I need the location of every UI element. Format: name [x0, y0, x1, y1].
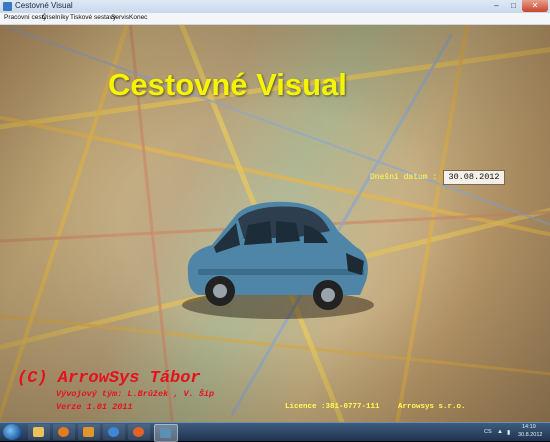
- menu-pracovni-cesty[interactable]: Pracovní cesty: [4, 14, 47, 21]
- window-titlebar: Cestovné Visual – □ ✕: [0, 0, 550, 14]
- internet-explorer-icon: [108, 427, 119, 437]
- taskbar-explorer[interactable]: [28, 424, 50, 440]
- folder-icon: [33, 427, 44, 437]
- team-credit: Vývojový tým: L.Brůžek , V. Šíp: [56, 389, 215, 399]
- menu-tiskove-sestavy[interactable]: Tiskové sestavy: [70, 14, 116, 21]
- main-content: Cestovné Visual Dnešní datum : 30.08.201…: [0, 25, 550, 422]
- licence-text: Licence :381-0777-111: [285, 403, 380, 411]
- taskbar-firefox[interactable]: [128, 424, 150, 440]
- menu-konec[interactable]: Konec: [129, 14, 147, 21]
- menu-servis[interactable]: Servis: [111, 14, 129, 21]
- outlook-icon: [83, 427, 94, 437]
- taskbar-media-player[interactable]: [53, 424, 75, 440]
- app-icon: [3, 2, 12, 11]
- taskbar-outlook[interactable]: [78, 424, 100, 440]
- clock-date[interactable]: 30.8.2012: [518, 432, 542, 438]
- toy-car-image: [182, 201, 374, 319]
- copyright-text: (C) ArrowSys Tábor: [17, 369, 201, 388]
- company-text: Arrowsys s.r.o.: [398, 403, 466, 411]
- taskbar-internet-explorer[interactable]: [103, 424, 125, 440]
- menu-ciselniky[interactable]: Číselníky: [42, 14, 69, 21]
- maximize-button[interactable]: □: [505, 0, 522, 12]
- network-icon[interactable]: ▮: [507, 429, 510, 436]
- menu-bar: Pracovní cesty Číselníky Tiskové sestavy…: [0, 13, 550, 25]
- taskbar: CS ▲ ▮ 14:19 30.8.2012: [0, 422, 550, 442]
- close-button[interactable]: ✕: [522, 0, 548, 12]
- media-player-icon: [58, 427, 69, 437]
- language-indicator[interactable]: CS: [484, 429, 492, 435]
- minimize-button[interactable]: –: [488, 0, 505, 12]
- app-title: Cestovné Visual: [108, 67, 347, 102]
- car-app-icon: [160, 428, 171, 438]
- window-title: Cestovné Visual: [15, 1, 73, 10]
- date-label: Dnešní datum :: [370, 173, 438, 182]
- taskbar-cestovne-visual[interactable]: [154, 424, 178, 442]
- firefox-icon: [133, 427, 144, 437]
- start-orb-icon[interactable]: [3, 424, 21, 440]
- clock-time[interactable]: 14:19: [522, 424, 536, 430]
- date-field[interactable]: 30.08.2012: [443, 170, 505, 185]
- version-text: Verze 1.01 2011: [56, 402, 133, 412]
- tray-arrow-icon[interactable]: ▲: [497, 429, 503, 435]
